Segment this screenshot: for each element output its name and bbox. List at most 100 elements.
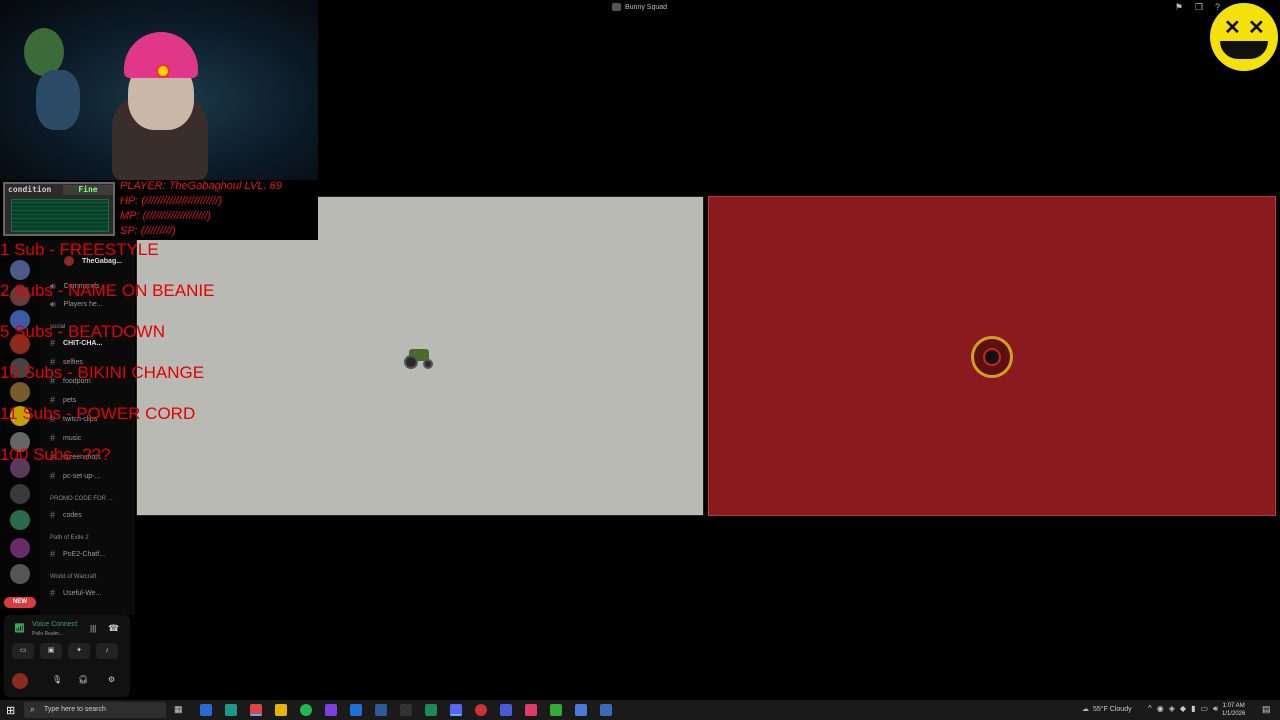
headphones-icon[interactable]: 🎧︎ — [78, 675, 88, 684]
flag-icon[interactable]: ⚑ — [1175, 2, 1183, 13]
app-icon[interactable] — [500, 704, 512, 716]
sub-goal: 2 Subs - NAME ON BEANIE — [0, 281, 215, 300]
signal-icon: 📶︎ — [14, 623, 26, 633]
obs-icon[interactable] — [475, 704, 487, 716]
user-panel: 📶︎ Voice Connect Pollo Realm... ||| ☎ ▭ … — [4, 615, 130, 697]
channel-item[interactable]: # music — [50, 433, 81, 443]
user-avatar[interactable] — [12, 673, 28, 689]
app-icon[interactable] — [550, 704, 562, 716]
title-bar-icons: ⚑ ❐ ? — [1175, 2, 1220, 13]
edge-icon[interactable] — [225, 704, 237, 716]
channel-label: pc-set-up-... — [63, 472, 101, 480]
stream-tile-red[interactable] — [708, 196, 1276, 516]
stats-overlay: condition Fine PLAYER: TheGabaghoul LVL.… — [0, 180, 318, 240]
clock[interactable]: 1:07 AM 1/1/2026 — [1222, 702, 1245, 718]
windows-start-icon[interactable]: ⊞ — [6, 704, 15, 717]
server-logo-icon — [612, 3, 621, 11]
sub-goal: 100 Subs -??? — [0, 445, 111, 464]
taskbar-search[interactable]: ⌕ Type here to search — [24, 702, 166, 718]
server-icon[interactable] — [10, 538, 30, 558]
server-icon[interactable] — [10, 510, 30, 530]
app-icon[interactable] — [600, 704, 612, 716]
x-eye-icon: ✕ — [1224, 17, 1241, 39]
smiley-logo: ✕ ✕ — [1210, 3, 1278, 71]
tray-app-icon[interactable]: ◈ — [1169, 704, 1175, 714]
voice-channel-name[interactable]: Pollo Realm... — [32, 631, 63, 637]
channel-item[interactable]: # codes — [50, 510, 82, 520]
file-explorer-icon[interactable] — [275, 704, 287, 716]
hash-icon: # — [50, 510, 56, 520]
disconnect-icon[interactable]: ☎ — [108, 623, 119, 634]
search-placeholder: Type here to search — [44, 706, 106, 713]
tray-app-icon[interactable]: ◉ — [1157, 704, 1164, 714]
hp-stat: HP: (////////////////////////) — [120, 195, 223, 207]
discord-icon[interactable] — [450, 704, 462, 716]
player-stat: PLAYER: TheGabaghoul LVL. 69 — [120, 180, 282, 192]
chrome-icon[interactable] — [250, 704, 262, 716]
server-icon[interactable] — [10, 564, 30, 584]
condition-panel: condition Fine — [3, 182, 115, 236]
server-icon[interactable] — [10, 260, 30, 280]
sp-stat: SP: (/////////) — [120, 225, 176, 237]
sub-goal: 10 Subs - BIKINI CHANGE — [0, 363, 205, 382]
channel-label: Useful-We... — [63, 589, 102, 597]
sub-goal: 5 Subs - BEATDOWN — [0, 322, 165, 341]
channel-item[interactable]: # PoE2-Chatf... — [50, 549, 105, 559]
category-wow[interactable]: World of Warcraft — [50, 574, 96, 580]
network-icon[interactable]: ▭ — [1200, 704, 1208, 714]
tiktok-icon[interactable] — [525, 704, 537, 716]
app-icon[interactable] — [575, 704, 587, 716]
mp-stat: MP: (////////////////////) — [120, 210, 212, 222]
system-tray: ^ ◉ ◈ ◆ ▮ ▭ 🔊︎ — [1148, 704, 1218, 714]
settings-gear-icon[interactable]: ⚙ — [108, 675, 115, 684]
window-title-text: Bunny Squad — [625, 3, 668, 11]
volume-icon[interactable]: 🔊︎ — [1213, 704, 1218, 714]
channel-item[interactable]: # pc-set-up-... — [50, 471, 100, 481]
category-poe[interactable]: Path of Exile 2 — [50, 535, 89, 541]
chevron-up-icon[interactable]: ^ — [1148, 704, 1152, 714]
hash-icon: # — [50, 471, 56, 481]
smiley-mouth — [1220, 41, 1268, 59]
channel-label: pets — [63, 396, 77, 404]
task-view-icon[interactable]: ▦ — [174, 704, 183, 715]
battery-icon[interactable]: ▮ — [1191, 704, 1195, 714]
app-icon[interactable] — [350, 704, 362, 716]
taskbar: ⊞ ⌕ Type here to search ▦ ☁ 55°F Cloudy … — [0, 700, 1280, 720]
screen-share-button[interactable]: ▣ — [40, 643, 62, 659]
soundboard-button[interactable]: ♪ — [96, 643, 118, 659]
voice-connected-label[interactable]: Voice Connect — [32, 621, 77, 628]
app-icon[interactable] — [425, 704, 437, 716]
noise-suppression-icon[interactable]: ||| — [90, 624, 96, 633]
spotify-icon[interactable] — [300, 704, 312, 716]
condition-label: condition — [8, 185, 52, 194]
camera-button[interactable]: ▭ — [12, 643, 34, 659]
channel-label: music — [63, 434, 82, 442]
activities-button[interactable]: ✦ — [68, 643, 90, 659]
restore-icon[interactable]: ❐ — [1195, 2, 1203, 13]
weather-widget[interactable]: ☁ 55°F Cloudy — [1082, 705, 1132, 714]
tray-app-icon[interactable]: ◆ — [1180, 704, 1186, 714]
taskbar-app-icon[interactable] — [200, 704, 212, 716]
channel-label: PoE2-Chatf... — [63, 550, 106, 558]
channel-item[interactable]: # Useful-We... — [50, 588, 101, 598]
app-icon[interactable] — [325, 704, 337, 716]
server-icon[interactable] — [10, 484, 30, 504]
new-badge[interactable]: NEW — [4, 597, 36, 608]
app-icon[interactable] — [375, 704, 387, 716]
cloud-icon: ☁ — [1082, 706, 1089, 713]
condition-screen — [11, 199, 109, 232]
tractor-avatar-icon — [401, 345, 437, 369]
app-icon[interactable] — [400, 704, 412, 716]
microphone-icon[interactable]: 🎙︎ — [52, 675, 62, 684]
stream-tile-gray[interactable] — [136, 196, 704, 516]
weather-text: 55°F Cloudy — [1093, 705, 1132, 713]
condition-value: Fine — [63, 185, 113, 195]
category-promo[interactable]: PROMO CODE FOR ... — [50, 496, 113, 502]
sub-goal: 11 Subs - POWER CORD — [0, 404, 196, 423]
help-icon[interactable]: ? — [1215, 2, 1220, 13]
channel-label: codes — [63, 511, 82, 519]
user-avatar-icon — [971, 336, 1013, 378]
server-icon[interactable] — [10, 382, 30, 402]
notification-icon[interactable]: ▤ — [1262, 704, 1271, 715]
window-title: Bunny Squad — [612, 3, 667, 11]
